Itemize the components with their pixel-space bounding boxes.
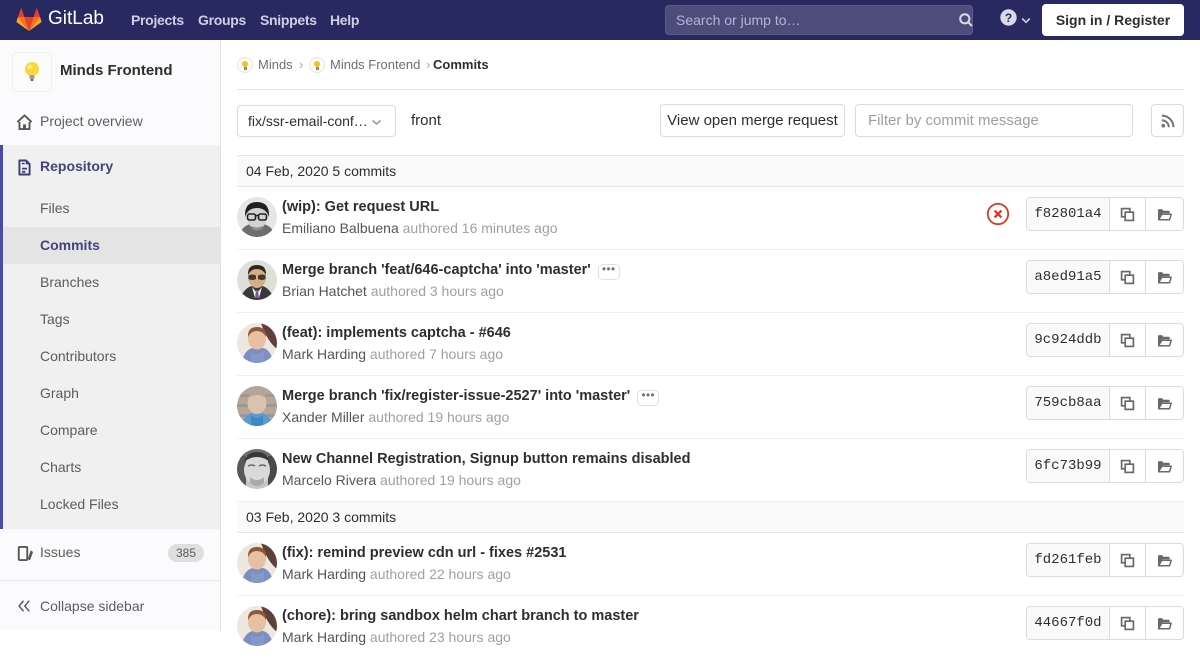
svg-text:?: ? — [1005, 11, 1012, 25]
